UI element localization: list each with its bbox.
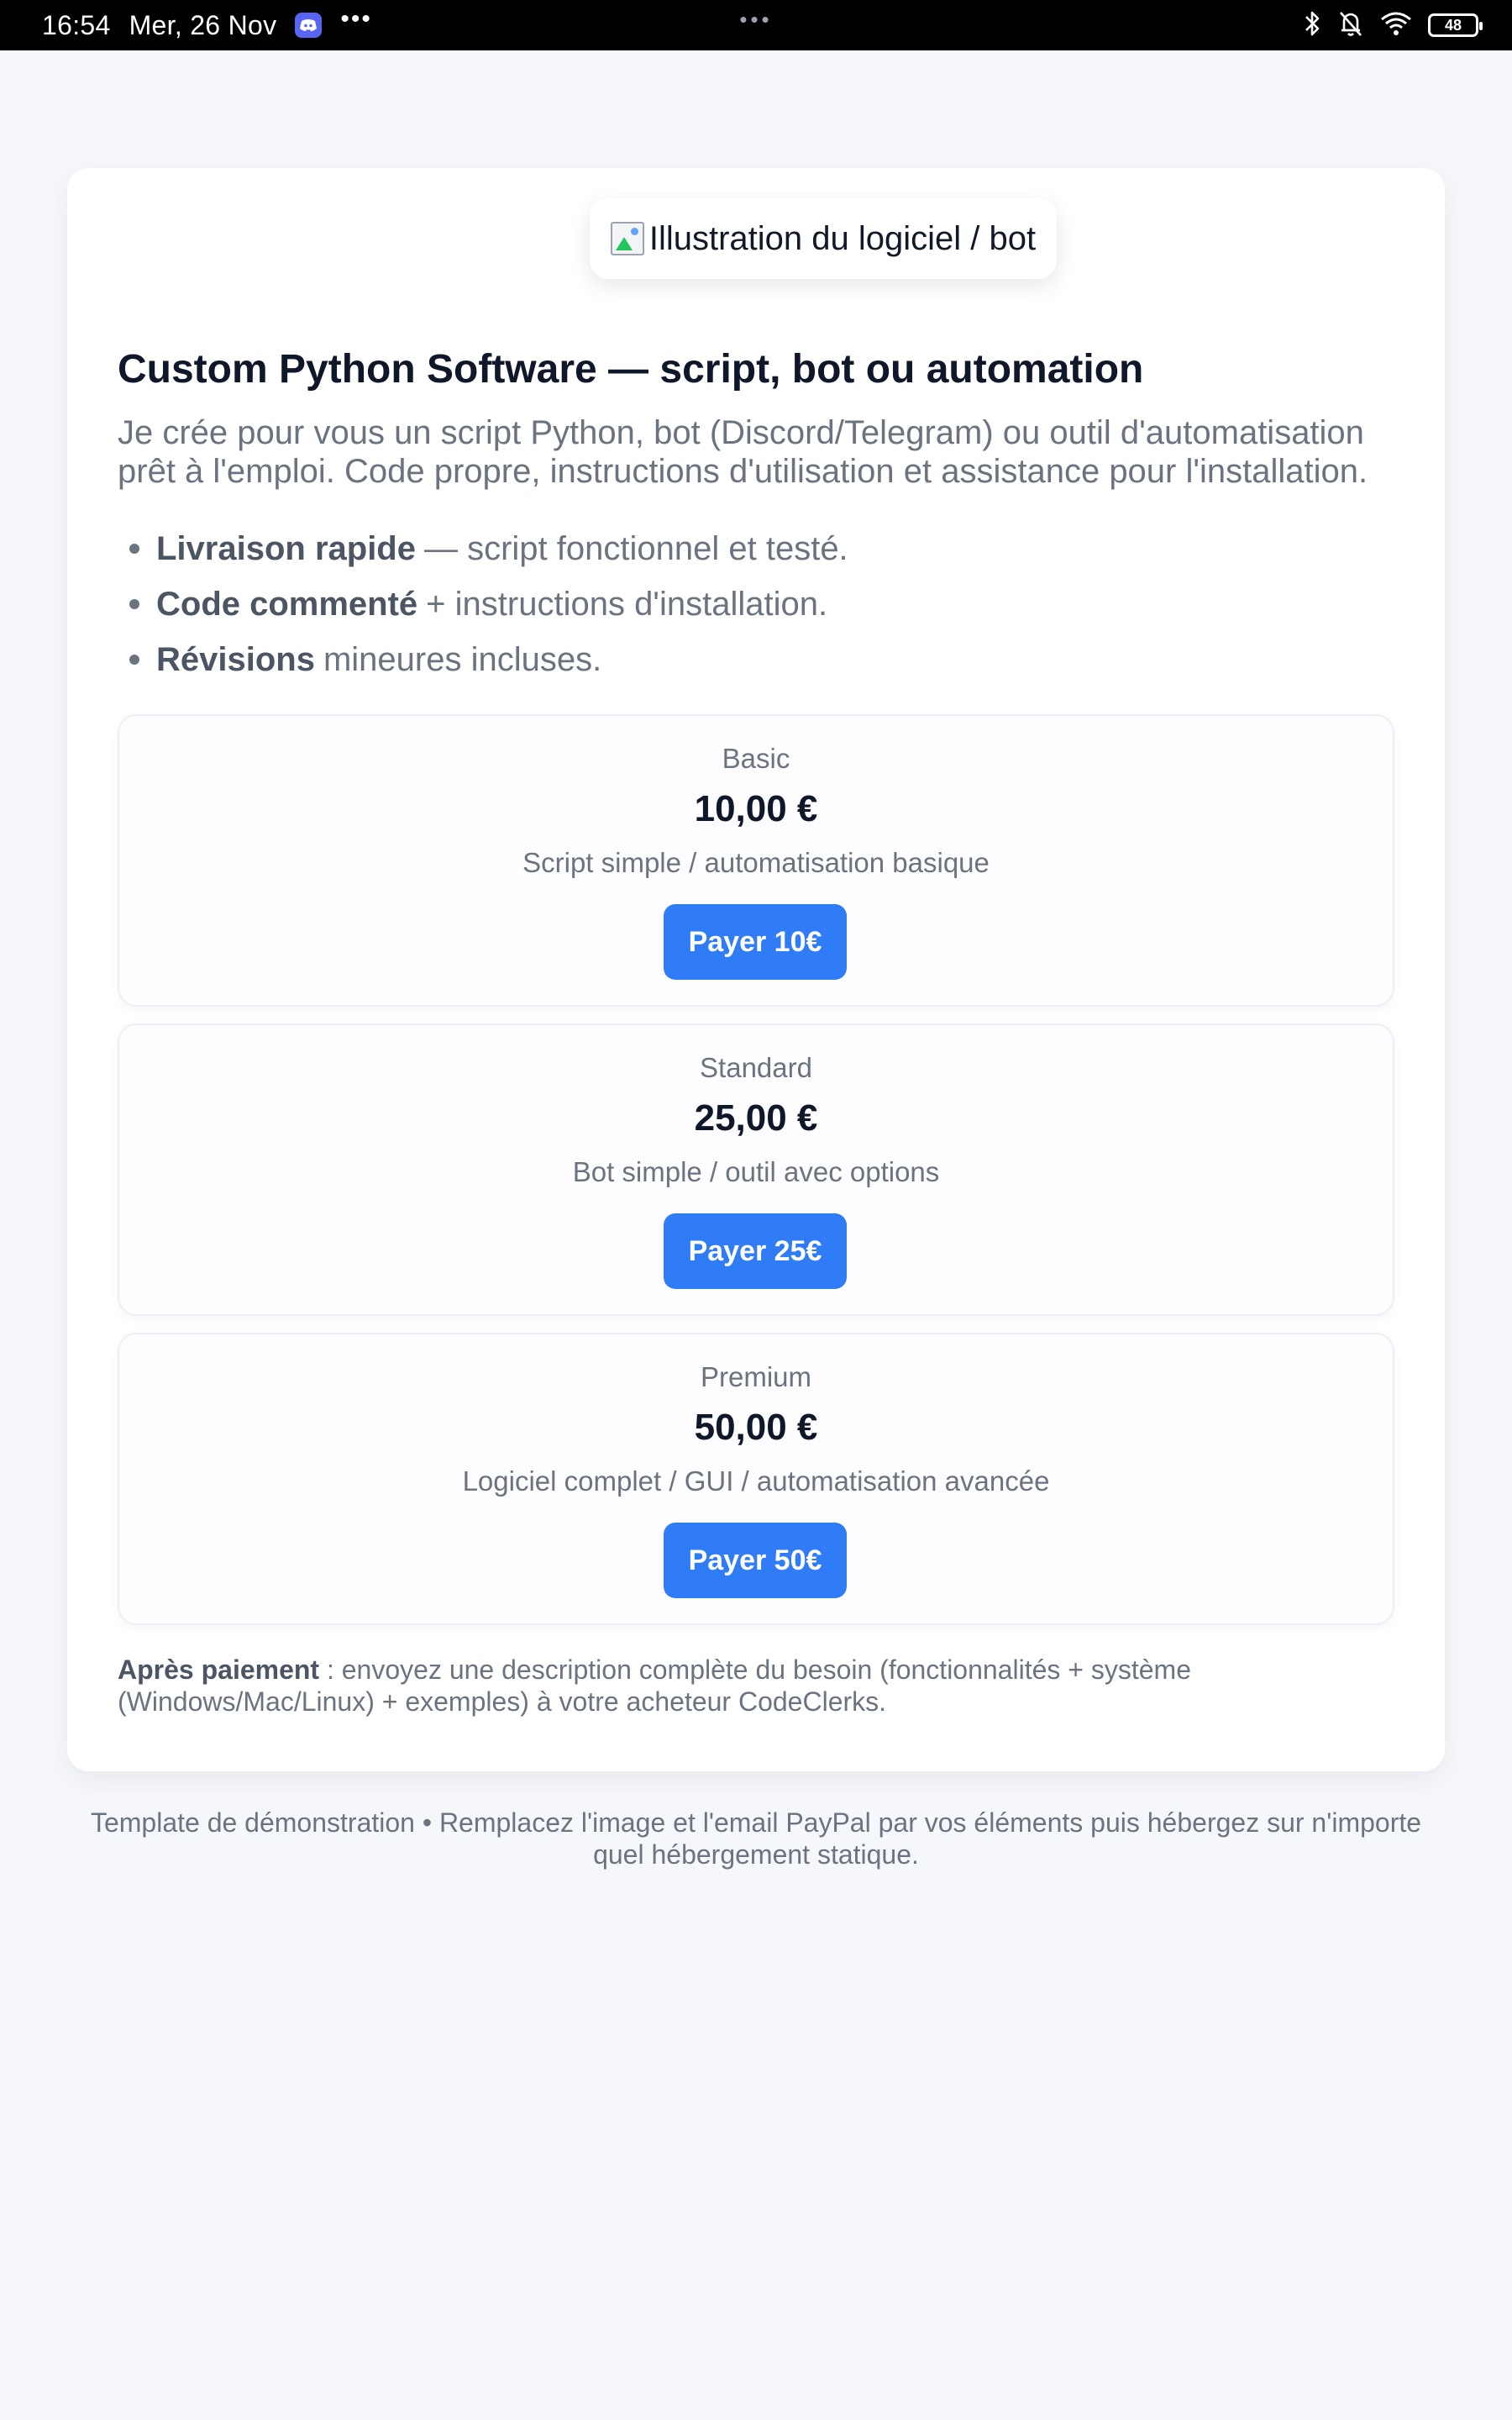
feature-bold: Code commenté [156,585,418,623]
after-payment-note: Après paiement : envoyez une description… [118,1654,1344,1718]
plan-price: 10,00 € [694,788,818,829]
plan-description: Logiciel complet / GUI / automatisation … [462,1465,1050,1497]
wifi-icon [1379,10,1413,41]
product-card: Illustration du logiciel / bot Custom Py… [67,168,1445,1771]
pay-basic-button[interactable]: Payer 10€ [664,904,847,980]
footer-text: Template de démonstration • Remplacez l'… [90,1807,1422,1870]
status-date: Mer, 26 Nov [129,9,277,40]
plan-description: Script simple / automatisation basique [522,847,990,878]
image-alt-text: Illustration du logiciel / bot [648,219,1037,257]
feature-list: Livraison rapide — script fonctionnel et… [118,521,1411,687]
notifications-muted-icon [1337,9,1364,42]
plan-description: Bot simple / outil avec options [572,1156,940,1187]
pay-premium-button[interactable]: Payer 50€ [664,1523,847,1598]
plan-card-premium: Premium 50,00 € Logiciel complet / GUI /… [118,1333,1394,1625]
plan-price: 50,00 € [694,1407,818,1448]
broken-image-icon [610,222,644,255]
bullet-icon [129,655,139,665]
page-title: Custom Python Software — script, bot ou … [118,347,1144,392]
plan-price: 25,00 € [694,1097,818,1139]
more-notifications-icon: ••• [340,5,372,33]
plan-name: Basic [722,743,790,774]
plan-name: Premium [700,1361,812,1392]
feature-text: mineures incluses. [323,640,602,678]
battery-icon: 48 [1428,13,1483,37]
status-bar-right: 48 [1304,9,1483,42]
feature-item: Code commenté + instructions d'installat… [118,576,1411,632]
feature-item: Livraison rapide — script fonctionnel et… [118,521,1411,576]
plan-card-basic: Basic 10,00 € Script simple / automatisa… [118,714,1394,1007]
status-time: 16:54 [42,9,111,40]
feature-item: Révisions mineures incluses. [118,632,1411,687]
product-illustration: Illustration du logiciel / bot [590,198,1057,279]
status-bar: 16:54 Mer, 26 Nov ••• ••• 48 [0,0,1512,50]
plan-card-standard: Standard 25,00 € Bot simple / outil avec… [118,1023,1394,1316]
bullet-icon [129,544,139,554]
plan-name: Standard [700,1052,812,1083]
feature-bold: Livraison rapide [156,529,416,567]
status-bar-left: 16:54 Mer, 26 Nov ••• [42,5,372,41]
pay-standard-button[interactable]: Payer 25€ [664,1213,847,1289]
feature-text: — script fonctionnel et testé. [423,529,848,567]
discord-notification-icon [295,13,323,38]
feature-bold: Révisions [156,640,315,678]
empty-area [0,1891,1512,2420]
bluetooth-icon [1304,9,1322,42]
multitasking-handle[interactable]: ••• [739,7,772,33]
note-bold: Après paiement [118,1655,320,1685]
bullet-icon [129,599,139,609]
product-description: Je crée pour vous un script Python, bot … [118,414,1368,490]
page-background: Illustration du logiciel / bot Custom Py… [0,50,1512,1891]
feature-text: + instructions d'installation. [426,585,828,623]
